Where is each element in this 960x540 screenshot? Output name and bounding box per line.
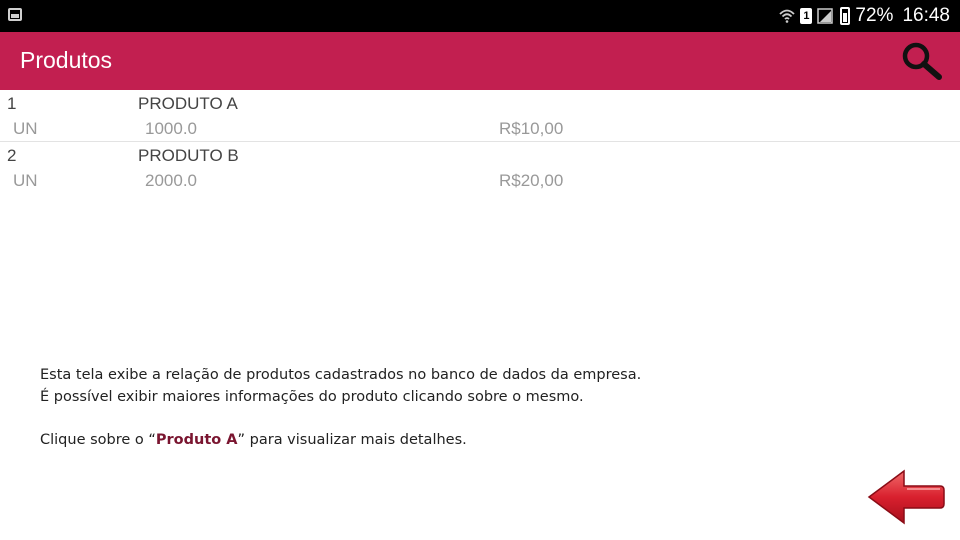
wifi-icon <box>779 9 796 23</box>
sim-icon: 1 <box>800 8 813 24</box>
product-price: R$20,00 <box>499 171 564 190</box>
instructions-line-2: É possível exibir maiores informações do… <box>40 389 584 405</box>
instructions-highlight: Produto A <box>155 432 238 448</box>
product-code: 2 <box>7 146 17 165</box>
battery-icon <box>840 7 851 25</box>
product-unit: UN <box>13 119 38 138</box>
page-title: Produtos <box>20 47 113 73</box>
status-bar: 1 72% 16:48 <box>0 0 960 32</box>
instructions-line-3-suffix: ” para visualizar mais detalhes. <box>237 432 467 448</box>
gallery-icon <box>8 8 22 21</box>
clock: 16:48 <box>902 5 950 26</box>
product-code: 1 <box>7 94 17 113</box>
instructions-line-3: Clique sobre o “Produto A” para visualiz… <box>40 429 760 451</box>
instructions-text: Esta tela exibe a relação de produtos ca… <box>40 364 760 451</box>
product-price: R$10,00 <box>499 119 564 138</box>
product-name: PRODUTO A <box>138 94 238 113</box>
back-arrow-icon[interactable] <box>866 468 946 526</box>
product-quantity: 2000.0 <box>145 171 197 190</box>
list-item-produto-b[interactable]: 2 PRODUTO B UN 2000.0 R$20,00 <box>0 142 960 193</box>
battery-percent: 72% <box>855 5 894 26</box>
search-icon[interactable] <box>900 41 944 81</box>
instructions-line-1: Esta tela exibe a relação de produtos ca… <box>40 367 642 383</box>
status-indicators: 1 72% 16:48 <box>779 0 950 32</box>
product-quantity: 1000.0 <box>145 119 197 138</box>
signal-icon <box>817 8 834 24</box>
list-item-produto-a[interactable]: 1 PRODUTO A UN 1000.0 R$10,00 <box>0 90 960 142</box>
app-bar: Produtos <box>0 32 960 90</box>
instructions-line-3-prefix: Clique sobre o “ <box>40 432 156 448</box>
product-list: 1 PRODUTO A UN 1000.0 R$10,00 2 PRODUTO … <box>0 90 960 193</box>
product-unit: UN <box>13 171 38 190</box>
product-name: PRODUTO B <box>138 146 239 165</box>
